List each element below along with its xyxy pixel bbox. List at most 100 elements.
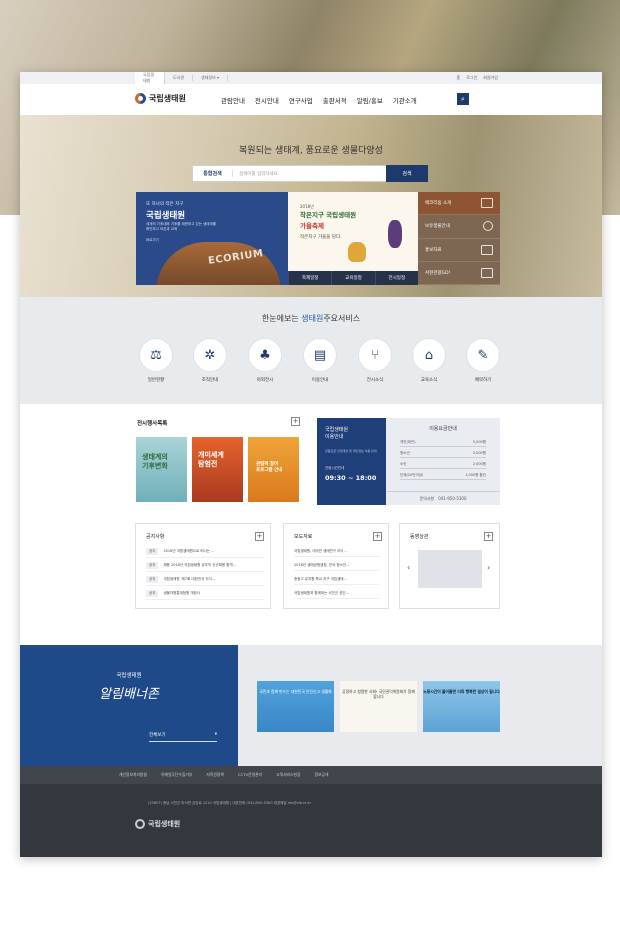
service-status[interactable]: ⚖ 일반현황 — [136, 338, 176, 383]
menu-publish[interactable]: 출판서적 — [323, 95, 347, 105]
menu-visit[interactable]: 관람안내 — [221, 95, 245, 105]
menu-exhibit[interactable]: 전시안내 — [255, 95, 279, 105]
ecorium-banner[interactable]: 또 하나의 작은 지구 국립생태원 세계의 기후대와 기후를 재현하고 있는 생… — [136, 192, 288, 285]
promo-banner-3[interactable]: 노동시간이 줄어들면 더욱 행복한 일상이 됩니다 — [423, 681, 500, 732]
fee-row: 단체(20인이상) 1,000원 할인 — [400, 473, 486, 480]
video-more-button[interactable]: + — [484, 532, 493, 541]
exhibits-title: 전시행사목록 — [137, 421, 168, 427]
fee-row: 개인(대인) 5,000원 — [400, 440, 486, 447]
festival-line2: 가을축제 — [300, 222, 324, 230]
building-icon — [481, 198, 493, 209]
chevron-left-icon[interactable]: ‹ — [407, 563, 410, 572]
util-tab-ecoinfo[interactable]: 생태정보 ▾ — [193, 75, 229, 81]
press-title: 보도자료 — [294, 534, 313, 540]
search-icon[interactable]: ⌕ — [457, 93, 469, 105]
footer-link-email[interactable]: 이메일무단수집거부 — [161, 772, 192, 778]
list-item[interactable]: 충청고 유치원 학교 지구 국립생태... — [294, 577, 379, 585]
logo-text: 국립생태원 — [149, 94, 186, 103]
press-more-button[interactable]: + — [373, 532, 382, 541]
util-tab-nie[interactable]: 국립생태원 — [135, 72, 165, 84]
search-input[interactable]: 검색어를 입력하세요. — [233, 171, 386, 177]
footer-link-copyright[interactable]: 저작권정책 — [206, 772, 223, 778]
footer-link-privacy[interactable]: 개인정보처리방침 — [119, 772, 147, 778]
festival-year: 2018년 — [300, 204, 314, 209]
usage-desc: 관람요금 할인대상 및 개인정보 이용 안내 — [325, 449, 377, 453]
character-illustration — [388, 220, 402, 248]
ticket-icon: ▤ — [303, 338, 337, 372]
exhibits-more-button[interactable]: + — [291, 417, 300, 426]
util-tab-library[interactable]: 도서관 — [165, 75, 194, 81]
footer-link-cctv[interactable]: CCTV운영관리 — [238, 772, 262, 778]
ecorium-title: 국립생태원 — [146, 211, 186, 221]
hours-value: 09:30 ~ 18:00 — [325, 474, 377, 482]
site-logo[interactable]: 국립생태원 — [135, 93, 186, 104]
taegeuk-icon — [135, 93, 146, 104]
list-item[interactable]: 국립생태원, 대국민 생태연구 아이... — [294, 549, 379, 557]
festival-line1: 작은지구 국립생태원 — [300, 211, 357, 219]
quick-tour[interactable]: 서천관광GO! — [418, 262, 500, 285]
search-label: 통합검색 — [193, 170, 233, 177]
list-item[interactable]: 공지 채용 2018년 국립생태원 공무직 신규채용 합격... — [146, 562, 264, 572]
service-exhibit-news[interactable]: ⑂ 전시소식 — [355, 338, 395, 383]
tab-education-schedule[interactable]: 교육일정 — [331, 271, 374, 285]
festival-banner[interactable]: 2018년 작은지구 국립생태원 가을축제 작은지구 가을을 담다. 축제일정 … — [288, 192, 418, 285]
list-item[interactable]: 국립생태원과 함께하는 서천군 성인... — [294, 591, 379, 599]
list-item[interactable]: 공지 국립생태원 '제7회 대한민국 지식... — [146, 576, 264, 586]
usage-info: 국립생태원 이용안내 관람요금 할인대상 및 개인정보 이용 안내 관람시간안내 … — [317, 418, 500, 505]
hero-search: 통합검색 검색어를 입력하세요. 검색 — [192, 165, 428, 182]
quick-pr[interactable]: 홍보자료 — [418, 239, 500, 262]
fee-title: 이용요금안내 — [429, 426, 457, 432]
chevron-right-icon[interactable]: › — [487, 563, 490, 572]
quick-ecorium[interactable]: 에코리움 소개 — [418, 192, 500, 216]
video-thumbnail[interactable] — [418, 550, 482, 588]
join-link[interactable]: 회원가입 — [483, 75, 498, 81]
menu-about[interactable]: 기관소개 — [393, 95, 417, 105]
service-usage[interactable]: ▤ 이용안내 — [300, 338, 340, 383]
tab-exhibit-schedule[interactable]: 전시일정 — [374, 271, 418, 285]
services-title: 한눈에보는 생태원주요서비스 — [261, 314, 361, 323]
footer-link-charter[interactable]: 고객서비스헌장 — [276, 772, 300, 778]
list-item[interactable]: 2018년 생태공원캠핑, 전국 청소년... — [294, 563, 379, 571]
taegeuk-icon — [135, 819, 145, 829]
fee-table: 이용요금안내 개인(대인) 5,000원 청소년 3,000원 소인 2,000원 단… — [386, 418, 500, 505]
promo-banner-1[interactable]: 국민과 함께 만드는 대한민국 안전신고 생활화 — [257, 681, 334, 732]
ticket-reserve-icon: ✎ — [466, 338, 500, 372]
usage-info-left[interactable]: 국립생태원 이용안내 관람요금 할인대상 및 개인정보 이용 안내 관람시간안내 … — [317, 418, 386, 505]
network-icon: ✲ — [193, 338, 227, 372]
usage-title-1: 국립생태원 — [325, 427, 349, 433]
ecorium-more-link[interactable]: 바로가기 — [146, 238, 159, 243]
login-link[interactable]: 로그인 — [466, 75, 477, 81]
character-illustration — [348, 242, 366, 262]
exhibit-poster-3[interactable]: 관람객 참여 프로그램 안내 — [248, 437, 299, 502]
notice-card: 공지사항 + 공지 2018년 국립생태원으로 떠나는 ... 공지 채용 2018… — [135, 523, 271, 609]
usage-title-2: 이용안내 — [325, 434, 344, 440]
globe-icon — [483, 221, 493, 232]
menu-research[interactable]: 연구사업 — [289, 95, 313, 105]
quick-species[interactable]: 보유생물안내 — [418, 215, 500, 239]
festival-slogan: 작은지구 가을을 담다. — [300, 235, 342, 240]
tab-festival-schedule[interactable]: 축제일정 — [288, 271, 331, 285]
page: 국립생태원 도서관 생태정보 ▾ 홈 로그인 회원가입 국립생태원 관람안내 전… — [20, 72, 602, 857]
banner-zone-title: 알림배너존 — [99, 687, 159, 702]
exhibit-poster-1[interactable]: 생태계의 기후변화 — [136, 437, 187, 502]
list-item[interactable]: 공지 생물자원통계청원 개정사 — [146, 590, 264, 600]
list-item[interactable]: 공지 2018년 국립생태원으로 떠나는 ... — [146, 548, 264, 558]
search-submit-button[interactable]: 검색 — [386, 165, 428, 182]
service-org[interactable]: ✲ 조직안내 — [190, 338, 230, 383]
video-title: 동영상관 — [410, 534, 429, 540]
promo-banner-2[interactable]: 공정하고 청렴한 사회! 국민권익위원회가 함께 합니다 — [340, 681, 417, 732]
main-nav: 국립생태원 관람안내 전시안내 연구사업 출판서적 알림/홍보 기관소개 ⌕ — [20, 84, 602, 115]
service-reserve[interactable]: ✎ 예약하기 — [463, 338, 503, 383]
banner-zone: 국립생태원 알림배너존 전체보기 ▾ 국민과 함께 만드는 대한민국 안전신고 생… — [20, 645, 602, 766]
grid-icon — [481, 244, 493, 255]
bus-icon — [481, 267, 493, 278]
notice-more-button[interactable]: + — [255, 532, 264, 541]
service-edu-news[interactable]: ⌂ 교육소식 — [409, 338, 449, 383]
home-link[interactable]: 홈 — [457, 75, 461, 81]
exhibit-poster-2[interactable]: 개미세계 탐험전 — [192, 437, 243, 502]
banner-zone-select[interactable]: 전체보기 ▾ — [149, 732, 217, 742]
service-outdoor[interactable]: ♣ 야외전시 — [245, 338, 285, 383]
contact-info: 문의사항 041-950-5300 — [386, 491, 500, 505]
menu-news[interactable]: 알림/홍보 — [357, 95, 383, 105]
footer-link-disclosure[interactable]: 정보공개 — [315, 772, 329, 778]
